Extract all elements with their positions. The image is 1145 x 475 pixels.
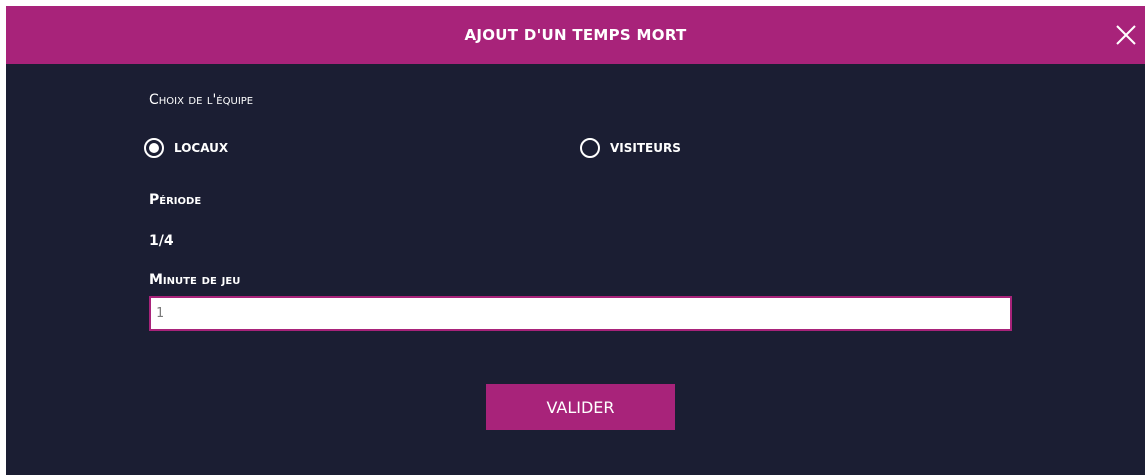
radio-button-visiteurs[interactable] [580,138,600,158]
game-minute-input[interactable] [149,296,1012,331]
dialog-header: AJOUT D'UN TEMPS MORT [6,6,1145,64]
dialog-title: AJOUT D'UN TEMPS MORT [464,26,687,44]
radio-option-locaux[interactable]: LOCAUX [144,138,228,158]
radio-label-locaux: LOCAUX [174,141,229,155]
period-label: Période [149,192,202,208]
timeout-dialog: AJOUT D'UN TEMPS MORT Choix de l'équipe … [6,6,1145,475]
period-value: 1/4 [149,233,174,249]
close-icon [1116,25,1136,45]
radio-selected-dot [149,143,159,153]
radio-button-locaux[interactable] [144,138,164,158]
team-choice-label: Choix de l'équipe [149,92,254,108]
validate-button[interactable]: VALIDER [486,384,675,430]
game-minute-label: Minute de jeu [149,272,241,288]
radio-option-visiteurs[interactable]: VISITEURS [580,138,681,158]
radio-label-visiteurs: VISITEURS [610,141,681,155]
close-button[interactable] [1111,20,1141,50]
